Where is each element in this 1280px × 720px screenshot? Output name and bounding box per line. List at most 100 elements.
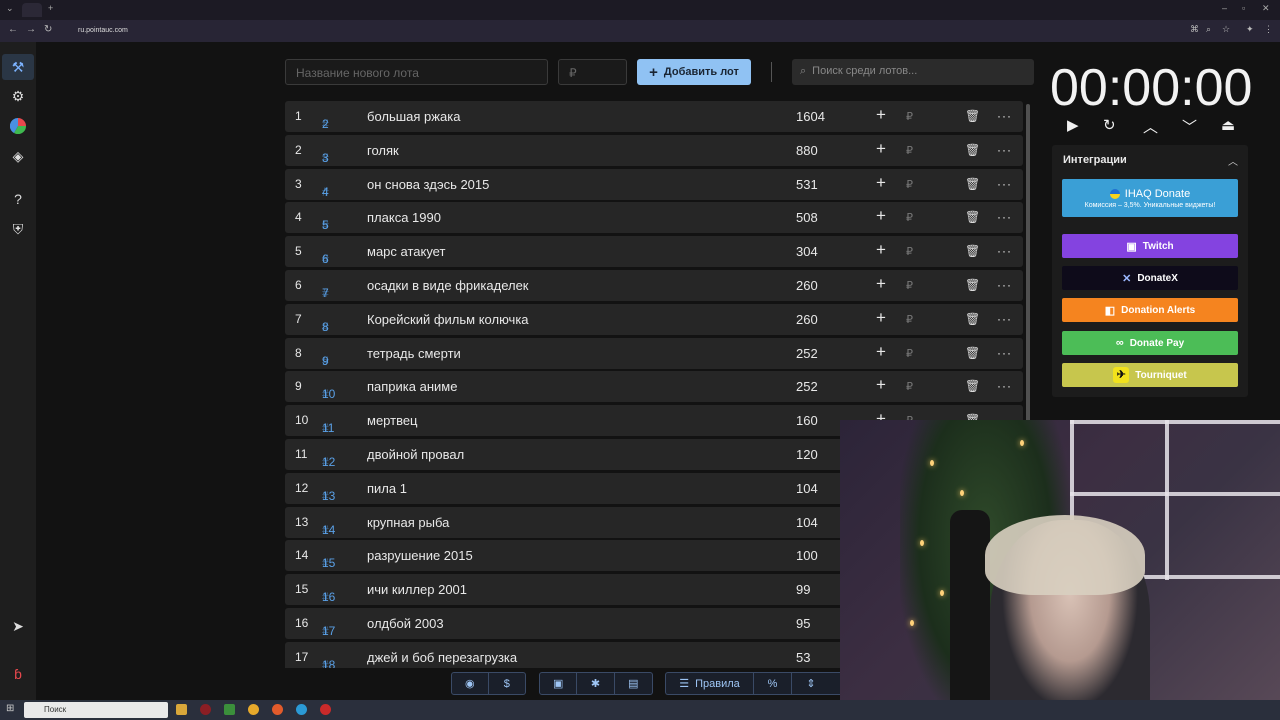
chrome-icon-2[interactable] bbox=[272, 704, 283, 715]
donatex-button[interactable]: ✕ DonateX bbox=[1062, 266, 1238, 290]
lot-row[interactable]: 3 #4 он снова здэсь 2015 531 + ₽ 🗑 ··· bbox=[285, 168, 1023, 200]
lot-name[interactable]: он снова здэсь 2015 bbox=[367, 177, 489, 192]
bookmark-star-icon[interactable]: ☆ bbox=[1222, 24, 1230, 35]
more-options-icon[interactable]: ··· bbox=[997, 210, 1012, 224]
add-amount-plus-icon[interactable]: + bbox=[876, 173, 886, 193]
add-amount-plus-icon[interactable]: + bbox=[876, 308, 886, 328]
save-icon[interactable]: ▣ bbox=[540, 673, 578, 694]
donation-alerts-button[interactable]: ◧ Donation Alerts bbox=[1062, 298, 1238, 322]
add-amount-plus-icon[interactable]: + bbox=[876, 105, 886, 125]
clear-list-icon[interactable]: ▤ bbox=[615, 673, 652, 694]
lot-name[interactable]: тетрадь смерти bbox=[367, 346, 461, 361]
trash-icon[interactable]: 🗑 bbox=[965, 312, 980, 326]
compress-icon[interactable]: ⇕ bbox=[792, 673, 830, 694]
lot-name[interactable]: голяк bbox=[367, 143, 399, 158]
lot-name[interactable]: осадки в виде фрикаделек bbox=[367, 278, 529, 293]
lot-row[interactable]: 5 #6 марс атакует 304 + ₽ 🗑 ··· bbox=[285, 236, 1023, 268]
add-amount-plus-icon[interactable]: + bbox=[876, 274, 886, 294]
add-amount-plus-icon[interactable]: + bbox=[876, 206, 886, 226]
browser-menu-icon[interactable]: ⋮ bbox=[1264, 24, 1273, 35]
lot-name[interactable]: ичи киллер 2001 bbox=[367, 582, 467, 597]
lot-row[interactable]: 6 #7 осадки в виде фрикаделек 260 + ₽ 🗑 ··· bbox=[285, 270, 1023, 301]
more-options-icon[interactable]: ··· bbox=[997, 278, 1012, 292]
wheel-pie-icon[interactable] bbox=[8, 116, 28, 136]
tourniquet-button[interactable]: ✈ Tourniquet bbox=[1062, 363, 1238, 387]
lot-name[interactable]: пила 1 bbox=[367, 481, 407, 496]
rub-icon[interactable]: ₽ bbox=[906, 144, 913, 157]
extension-icon[interactable]: ✦ bbox=[1246, 24, 1254, 35]
add-time-chevron-up-icon[interactable]: ︿ bbox=[1143, 116, 1158, 137]
lot-row[interactable]: 2 #3 голяк 880 + ₽ 🗑 ··· bbox=[285, 134, 1023, 166]
translate-icon[interactable]: ⌘ bbox=[1190, 24, 1199, 35]
reload-icon[interactable]: ↻ bbox=[44, 24, 52, 35]
add-amount-plus-icon[interactable]: + bbox=[876, 342, 886, 362]
shield-icon[interactable]: ⛨ bbox=[8, 219, 28, 239]
taskbar-search[interactable]: Поиск bbox=[24, 702, 168, 718]
lot-row[interactable]: 1 #2 большая ржака 1604 + ₽ 🗑 ··· bbox=[285, 101, 1023, 132]
lot-name[interactable]: плакса 1990 bbox=[367, 210, 441, 225]
app-icon-red[interactable] bbox=[200, 704, 211, 715]
subtract-time-chevron-down-icon[interactable]: ﹀ bbox=[1182, 116, 1197, 137]
trash-icon[interactable]: 🗑 bbox=[965, 177, 980, 191]
double-up-icon[interactable]: ⏏ bbox=[1221, 116, 1235, 134]
ihaq-donate-button[interactable]: IHAQ Donate Комиссия – 3,5%. Уникальные … bbox=[1062, 179, 1238, 217]
lot-row[interactable]: 9 #10 паприка аниме 252 + ₽ 🗑 ··· bbox=[285, 371, 1023, 403]
close-window-icon[interactable]: ✕ bbox=[1262, 3, 1270, 14]
more-options-icon[interactable]: ··· bbox=[997, 346, 1012, 360]
lot-name[interactable]: мертвец bbox=[367, 413, 418, 428]
rules-button[interactable]: ☰ Правила bbox=[666, 673, 754, 694]
more-options-icon[interactable]: ··· bbox=[997, 177, 1012, 191]
settings-gear-icon[interactable]: ⚙ bbox=[8, 86, 28, 106]
lot-search-input[interactable]: ⌕ Поиск среди лотов... bbox=[792, 59, 1034, 85]
lot-name[interactable]: паприка аниме bbox=[367, 379, 457, 394]
lot-name[interactable]: Корейский фильм колючка bbox=[367, 312, 529, 327]
lot-name[interactable]: джей и боб перезагрузка bbox=[367, 650, 517, 665]
more-options-icon[interactable]: ··· bbox=[997, 312, 1012, 326]
lot-name[interactable]: крупная рыба bbox=[367, 515, 449, 530]
twitch-button[interactable]: ▣ Twitch bbox=[1062, 234, 1238, 258]
tab-menu-icon[interactable]: ⌄ bbox=[6, 3, 14, 14]
github-icon[interactable]: ◉ bbox=[452, 673, 489, 694]
trash-icon[interactable]: 🗑 bbox=[965, 379, 980, 393]
lot-row[interactable]: 4 #5 плакса 1990 508 + ₽ 🗑 ··· bbox=[285, 202, 1023, 234]
chrome-icon[interactable] bbox=[248, 704, 259, 715]
lot-name-input[interactable]: Название нового лота bbox=[285, 59, 548, 85]
donate-pay-button[interactable]: ∞ Donate Pay bbox=[1062, 331, 1238, 355]
more-options-icon[interactable]: ··· bbox=[997, 244, 1012, 258]
more-options-icon[interactable]: ··· bbox=[997, 143, 1012, 157]
auction-gavel-icon[interactable]: ⚒ bbox=[2, 54, 34, 80]
url-field[interactable]: ru.pointauc.com bbox=[60, 23, 1180, 39]
bug-icon[interactable]: ✱ bbox=[577, 673, 615, 694]
lot-name[interactable]: олдбой 2003 bbox=[367, 616, 444, 631]
file-explorer-icon[interactable] bbox=[176, 704, 187, 715]
add-amount-plus-icon[interactable]: + bbox=[876, 375, 886, 395]
forward-icon[interactable]: → bbox=[26, 24, 36, 35]
brand-logo-icon[interactable]: ɓ bbox=[8, 664, 28, 684]
reset-timer-icon[interactable]: ↻ bbox=[1103, 116, 1116, 134]
add-amount-plus-icon[interactable]: + bbox=[876, 139, 886, 159]
rub-icon[interactable]: ₽ bbox=[906, 380, 913, 393]
telegram-taskbar-icon[interactable] bbox=[296, 704, 307, 715]
lot-row[interactable]: 8 #9 тетрадь смерти 252 + ₽ 🗑 ··· bbox=[285, 337, 1023, 369]
rub-icon[interactable]: ₽ bbox=[906, 110, 913, 123]
trash-icon[interactable]: 🗑 bbox=[965, 210, 980, 224]
lot-name[interactable]: марс атакует bbox=[367, 244, 445, 259]
zoom-icon[interactable]: ⌕ bbox=[1206, 24, 1211, 35]
play-icon[interactable]: ▶ bbox=[1067, 116, 1079, 134]
lot-row[interactable]: 7 #8 Корейский фильм колючка 260 + ₽ 🗑 ··· bbox=[285, 303, 1023, 335]
lot-name[interactable]: большая ржака bbox=[367, 109, 460, 124]
minecraft-icon[interactable] bbox=[224, 704, 235, 715]
add-lot-button[interactable]: + Добавить лот bbox=[637, 59, 751, 85]
add-amount-plus-icon[interactable]: + bbox=[876, 240, 886, 260]
lot-list-scrollbar[interactable] bbox=[1026, 104, 1030, 424]
trash-icon[interactable]: 🗑 bbox=[965, 346, 980, 360]
telegram-icon[interactable]: ➤ bbox=[8, 616, 28, 636]
more-options-icon[interactable]: ··· bbox=[997, 109, 1012, 123]
new-tab-icon[interactable]: + bbox=[48, 3, 53, 13]
minimize-icon[interactable]: – bbox=[1222, 3, 1227, 13]
layers-icon[interactable]: ◈ bbox=[8, 146, 28, 166]
maximize-icon[interactable]: ▫ bbox=[1242, 3, 1245, 13]
rub-icon[interactable]: ₽ bbox=[906, 313, 913, 326]
help-icon[interactable]: ? bbox=[8, 189, 28, 209]
trash-icon[interactable]: 🗑 bbox=[965, 109, 980, 123]
